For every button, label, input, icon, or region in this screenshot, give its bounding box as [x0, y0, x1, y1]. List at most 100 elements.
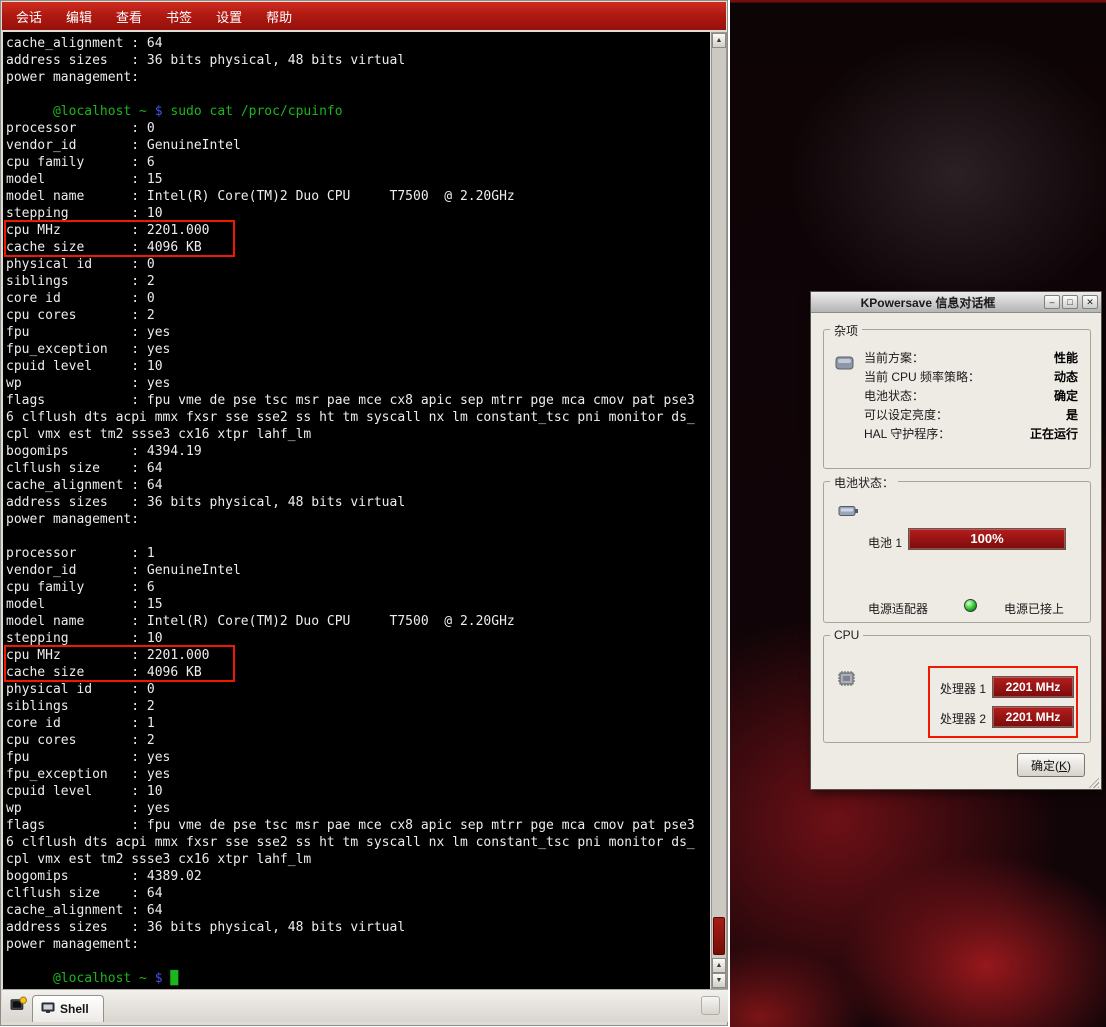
- info-row: 当前方案： 性能: [824, 348, 1090, 367]
- terminal-line: fpu_exception : yes: [6, 341, 710, 358]
- terminal-line: vendor_id : GenuineIntel: [6, 137, 710, 154]
- terminal-output: cache_alignment : 64address sizes : 36 b…: [6, 35, 710, 987]
- ok-label-pre: 确定(: [1031, 759, 1059, 773]
- terminal-line: @localhost ~ $ sudo cat /proc/cpuinfo: [6, 103, 710, 120]
- processor-row: 处理器 2 2201 MHz: [824, 706, 1090, 728]
- terminal-line: fpu_exception : yes: [6, 766, 710, 783]
- info-row: HAL 守护程序： 正在运行: [824, 424, 1090, 443]
- terminal-line: core id : 0: [6, 290, 710, 307]
- processor-label: 处理器 2: [940, 710, 986, 727]
- info-value: 动态: [1054, 368, 1078, 385]
- dialog-body: 杂项 当前方案：性能当前 CPU 频率策略：动态电池状态：确定可以设定亮度：是H…: [811, 313, 1101, 790]
- terminal-scrollbar[interactable]: ▲ ▲ ▼: [711, 32, 727, 989]
- info-value: 正在运行: [1030, 425, 1078, 442]
- menu-item[interactable]: 书签: [154, 2, 204, 30]
- scrollbar-thumb[interactable]: [713, 917, 725, 955]
- terminal-line: power management:: [6, 69, 710, 86]
- terminal-line: cpu family : 6: [6, 154, 710, 171]
- terminal-line: fpu : yes: [6, 324, 710, 341]
- info-label: 电池状态：: [864, 387, 924, 404]
- battery-percent: 100%: [970, 531, 1003, 546]
- terminal-line: core id : 1: [6, 715, 710, 732]
- misc-info-rows: 当前方案：性能当前 CPU 频率策略：动态电池状态：确定可以设定亮度：是HAL …: [824, 330, 1090, 443]
- terminal-line: [6, 528, 710, 545]
- terminal-line: siblings : 2: [6, 273, 710, 290]
- terminal-highlight-box: [4, 220, 235, 257]
- info-value: 性能: [1054, 349, 1078, 366]
- terminal-line: 6 clflush dts acpi mmx fxsr sse sse2 ss …: [6, 834, 710, 851]
- terminal-line: model : 15: [6, 596, 710, 613]
- group-battery-title: 电池状态：: [830, 474, 898, 491]
- menu-item[interactable]: 设置: [204, 2, 254, 30]
- cpu-frequency-bar: 2201 MHz: [992, 706, 1074, 728]
- terminal-line: address sizes : 36 bits physical, 48 bit…: [6, 52, 710, 69]
- kpowersave-dialog: KPowersave 信息对话框 – □ ✕ 杂项 当前方案：性能当前 CPU …: [810, 291, 1102, 790]
- battery-icon: [838, 504, 860, 523]
- new-session-button[interactable]: [6, 995, 30, 1019]
- scroll-down-icon[interactable]: ▼: [712, 973, 726, 988]
- scroll-up-icon[interactable]: ▲: [712, 33, 726, 48]
- terminal-line: cpu cores : 2: [6, 732, 710, 749]
- ok-label-key: K: [1059, 759, 1067, 773]
- terminal-screen[interactable]: cache_alignment : 64address sizes : 36 b…: [3, 32, 710, 989]
- info-value: 确定: [1054, 387, 1078, 404]
- terminal-line: address sizes : 36 bits physical, 48 bit…: [6, 919, 710, 936]
- terminal-line: clflush size : 64: [6, 460, 710, 477]
- terminal-line: cpl vmx est tm2 ssse3 cx16 xtpr lahf_lm: [6, 426, 710, 443]
- cpu-rows: 处理器 1 2201 MHz 处理器 2 2201 MHz: [824, 668, 1090, 728]
- group-battery: 电池状态： 电池 1 100% 电源适配器 电源已接上: [823, 481, 1091, 623]
- terminal-line: cpu family : 6: [6, 579, 710, 596]
- terminal-line: address sizes : 36 bits physical, 48 bit…: [6, 494, 710, 511]
- terminal-menubar: 会话编辑查看书签设置帮助: [2, 2, 726, 30]
- scroll-up-icon-bottom[interactable]: ▲: [712, 958, 726, 973]
- tab-label: Shell: [60, 1002, 89, 1016]
- terminal-line: physical id : 0: [6, 681, 710, 698]
- terminal-line: bogomips : 4394.19: [6, 443, 710, 460]
- close-icon[interactable]: ✕: [1082, 295, 1098, 309]
- terminal-highlight-box: [4, 645, 235, 682]
- terminal-line: cpuid level : 10: [6, 783, 710, 800]
- info-row: 当前 CPU 频率策略： 动态: [824, 367, 1090, 386]
- tab-list-button[interactable]: [701, 996, 720, 1015]
- terminal-line: wp : yes: [6, 800, 710, 817]
- info-value: 是: [1066, 406, 1078, 423]
- ok-label-post: ): [1067, 759, 1071, 773]
- battery-progressbar: 100%: [908, 528, 1066, 550]
- shell-icon: [41, 1002, 55, 1017]
- terminal-line: 6 clflush dts acpi mmx fxsr sse sse2 ss …: [6, 409, 710, 426]
- info-label: 当前方案：: [864, 349, 924, 366]
- menu-item[interactable]: 查看: [104, 2, 154, 30]
- terminal-line: model name : Intel(R) Core(TM)2 Duo CPU …: [6, 613, 710, 630]
- scheme-icon: [834, 354, 856, 377]
- terminal-line: [6, 953, 710, 970]
- dialog-titlebar[interactable]: KPowersave 信息对话框 – □ ✕: [811, 292, 1101, 313]
- menu-item[interactable]: 会话: [4, 2, 54, 30]
- terminal-line: cache_alignment : 64: [6, 902, 710, 919]
- terminal-line: cache_alignment : 64: [6, 35, 710, 52]
- info-label: 可以设定亮度：: [864, 406, 948, 423]
- tab-shell[interactable]: Shell: [32, 995, 104, 1022]
- maximize-icon[interactable]: □: [1062, 295, 1078, 309]
- minimize-icon[interactable]: –: [1044, 295, 1060, 309]
- terminal-line: cpl vmx est tm2 ssse3 cx16 xtpr lahf_lm: [6, 851, 710, 868]
- terminal-line: processor : 0: [6, 120, 710, 137]
- processor-label: 处理器 1: [940, 680, 986, 697]
- terminal-line: power management:: [6, 511, 710, 528]
- new-session-icon: [10, 996, 27, 1018]
- cpu-frequency-bar: 2201 MHz: [992, 676, 1074, 698]
- group-cpu: CPU 处理器 12201 MHz处理器 22201 MHz: [823, 635, 1091, 743]
- resize-grip[interactable]: [1086, 775, 1099, 788]
- info-label: 当前 CPU 频率策略：: [864, 368, 980, 385]
- menu-item[interactable]: 编辑: [54, 2, 104, 30]
- menu-item[interactable]: 帮助: [254, 2, 304, 30]
- ok-button[interactable]: 确定(K): [1017, 753, 1085, 777]
- terminal-line: fpu : yes: [6, 749, 710, 766]
- group-misc: 杂项 当前方案：性能当前 CPU 频率策略：动态电池状态：确定可以设定亮度：是H…: [823, 329, 1091, 469]
- info-row: 可以设定亮度： 是: [824, 405, 1090, 424]
- group-cpu-title: CPU: [830, 628, 863, 642]
- info-label: HAL 守护程序：: [864, 425, 950, 442]
- terminal-line: cache_alignment : 64: [6, 477, 710, 494]
- dialog-title: KPowersave 信息对话框: [814, 294, 1042, 311]
- terminal-line: flags : fpu vme de pse tsc msr pae mce c…: [6, 817, 710, 834]
- terminal-line: @localhost ~ $ █: [6, 970, 710, 987]
